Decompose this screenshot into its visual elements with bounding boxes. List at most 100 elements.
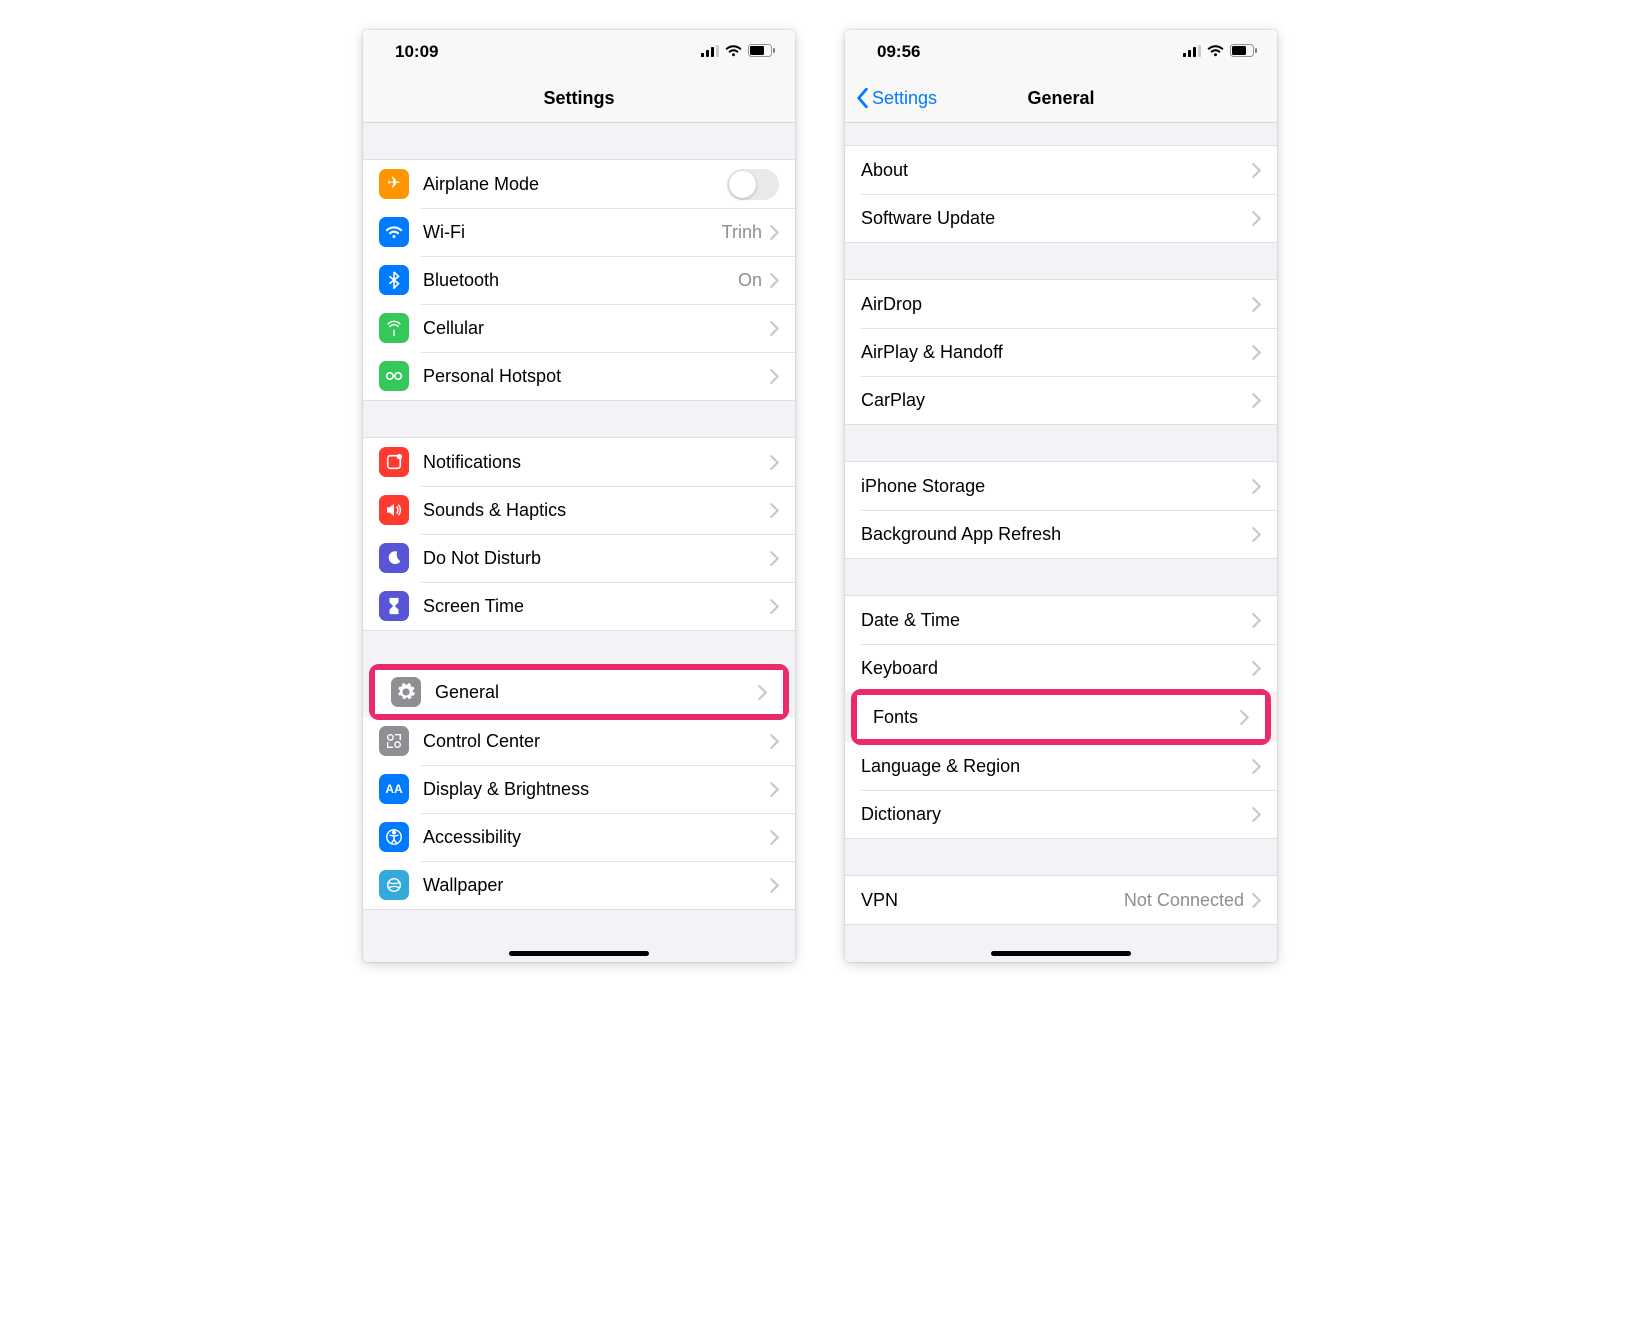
- status-time: 09:56: [877, 42, 920, 62]
- row-iphone-storage[interactable]: iPhone Storage: [845, 462, 1277, 510]
- row-cellular[interactable]: Cellular: [363, 304, 795, 352]
- row-label: Software Update: [861, 208, 1252, 229]
- row-screentime[interactable]: Screen Time: [363, 582, 795, 630]
- row-label: Notifications: [423, 452, 770, 473]
- chevron-right-icon: [770, 503, 779, 518]
- sounds-icon: [379, 495, 409, 525]
- nav-title: Settings: [543, 88, 614, 109]
- chevron-right-icon: [770, 878, 779, 893]
- row-bluetooth[interactable]: Bluetooth On: [363, 256, 795, 304]
- general-content[interactable]: About Software Update AirDrop AirPlay & …: [845, 123, 1277, 962]
- wifi-icon: [725, 42, 742, 62]
- row-label: Personal Hotspot: [423, 366, 770, 387]
- chevron-right-icon: [770, 551, 779, 566]
- row-label: Fonts: [873, 707, 1240, 728]
- row-sounds[interactable]: Sounds & Haptics: [363, 486, 795, 534]
- row-label: AirDrop: [861, 294, 1252, 315]
- status-bar: 10:09: [363, 30, 795, 74]
- general-screen: 09:56 Settings General About: [845, 30, 1277, 962]
- chevron-right-icon: [1252, 345, 1261, 360]
- chevron-right-icon: [1252, 893, 1261, 908]
- row-label: Cellular: [423, 318, 770, 339]
- chevron-right-icon: [770, 782, 779, 797]
- control-center-icon: [379, 726, 409, 756]
- row-wallpaper[interactable]: Wallpaper: [363, 861, 795, 909]
- chevron-right-icon: [1252, 613, 1261, 628]
- wifi-icon: [1207, 42, 1224, 62]
- highlight-general: General: [369, 664, 789, 720]
- signal-icon: [701, 42, 719, 62]
- row-dnd[interactable]: Do Not Disturb: [363, 534, 795, 582]
- nav-back-button[interactable]: Settings: [855, 87, 937, 109]
- row-airplay[interactable]: AirPlay & Handoff: [845, 328, 1277, 376]
- row-notifications[interactable]: Notifications: [363, 438, 795, 486]
- gear-icon: [391, 677, 421, 707]
- notifications-icon: [379, 447, 409, 477]
- row-bg-refresh[interactable]: Background App Refresh: [845, 510, 1277, 558]
- airplane-toggle[interactable]: [727, 169, 779, 200]
- row-display[interactable]: AA Display & Brightness: [363, 765, 795, 813]
- general-group-2: AirDrop AirPlay & Handoff CarPlay: [845, 279, 1277, 425]
- status-indicators: [701, 42, 775, 62]
- hotspot-icon: [379, 361, 409, 391]
- row-label: Display & Brightness: [423, 779, 770, 800]
- row-value: On: [738, 270, 762, 291]
- row-dictionary[interactable]: Dictionary: [845, 790, 1277, 838]
- settings-group-connectivity: ✈ Airplane Mode Wi-Fi Trinh Bluetooth On: [363, 159, 795, 401]
- row-keyboard[interactable]: Keyboard: [845, 644, 1277, 692]
- chevron-right-icon: [1240, 710, 1249, 725]
- bluetooth-icon: [379, 265, 409, 295]
- row-label: Screen Time: [423, 596, 770, 617]
- row-hotspot[interactable]: Personal Hotspot: [363, 352, 795, 400]
- dnd-icon: [379, 543, 409, 573]
- row-value: Not Connected: [1124, 890, 1244, 911]
- signal-icon: [1183, 42, 1201, 62]
- row-label: VPN: [861, 890, 1124, 911]
- row-label: Airplane Mode: [423, 174, 727, 195]
- chevron-right-icon: [1252, 807, 1261, 822]
- row-label: Dictionary: [861, 804, 1252, 825]
- row-software-update[interactable]: Software Update: [845, 194, 1277, 242]
- settings-screen: 10:09 Settings ✈ Airplane Mode: [363, 30, 795, 962]
- row-label: Bluetooth: [423, 270, 738, 291]
- row-about[interactable]: About: [845, 146, 1277, 194]
- row-label: General: [435, 682, 758, 703]
- airplane-icon: ✈: [379, 169, 409, 199]
- general-group-4: Date & Time Keyboard Fonts Language & Re…: [845, 595, 1277, 839]
- row-vpn[interactable]: VPN Not Connected: [845, 876, 1277, 924]
- row-language[interactable]: Language & Region: [845, 742, 1277, 790]
- highlight-fonts: Fonts: [851, 689, 1271, 745]
- chevron-right-icon: [770, 599, 779, 614]
- row-airplane[interactable]: ✈ Airplane Mode: [363, 160, 795, 208]
- chevron-right-icon: [1252, 759, 1261, 774]
- chevron-right-icon: [1252, 527, 1261, 542]
- chevron-right-icon: [770, 273, 779, 288]
- row-controlcenter[interactable]: Control Center: [363, 717, 795, 765]
- chevron-right-icon: [758, 685, 767, 700]
- row-label: Accessibility: [423, 827, 770, 848]
- settings-content[interactable]: ✈ Airplane Mode Wi-Fi Trinh Bluetooth On: [363, 123, 795, 962]
- row-wifi[interactable]: Wi-Fi Trinh: [363, 208, 795, 256]
- row-airdrop[interactable]: AirDrop: [845, 280, 1277, 328]
- row-datetime[interactable]: Date & Time: [845, 596, 1277, 644]
- row-label: Sounds & Haptics: [423, 500, 770, 521]
- row-label: Do Not Disturb: [423, 548, 770, 569]
- home-indicator[interactable]: [509, 951, 649, 956]
- chevron-right-icon: [770, 369, 779, 384]
- chevron-right-icon: [1252, 297, 1261, 312]
- status-indicators: [1183, 42, 1257, 62]
- home-indicator[interactable]: [991, 951, 1131, 956]
- row-label: Language & Region: [861, 756, 1252, 777]
- row-general[interactable]: General: [375, 670, 783, 714]
- row-carplay[interactable]: CarPlay: [845, 376, 1277, 424]
- row-accessibility[interactable]: Accessibility: [363, 813, 795, 861]
- chevron-right-icon: [770, 225, 779, 240]
- chevron-right-icon: [1252, 163, 1261, 178]
- nav-bar: Settings General: [845, 74, 1277, 123]
- chevron-right-icon: [770, 321, 779, 336]
- chevron-left-icon: [855, 87, 869, 109]
- chevron-right-icon: [1252, 479, 1261, 494]
- row-fonts[interactable]: Fonts: [857, 695, 1265, 739]
- accessibility-icon: [379, 822, 409, 852]
- general-group-3: iPhone Storage Background App Refresh: [845, 461, 1277, 559]
